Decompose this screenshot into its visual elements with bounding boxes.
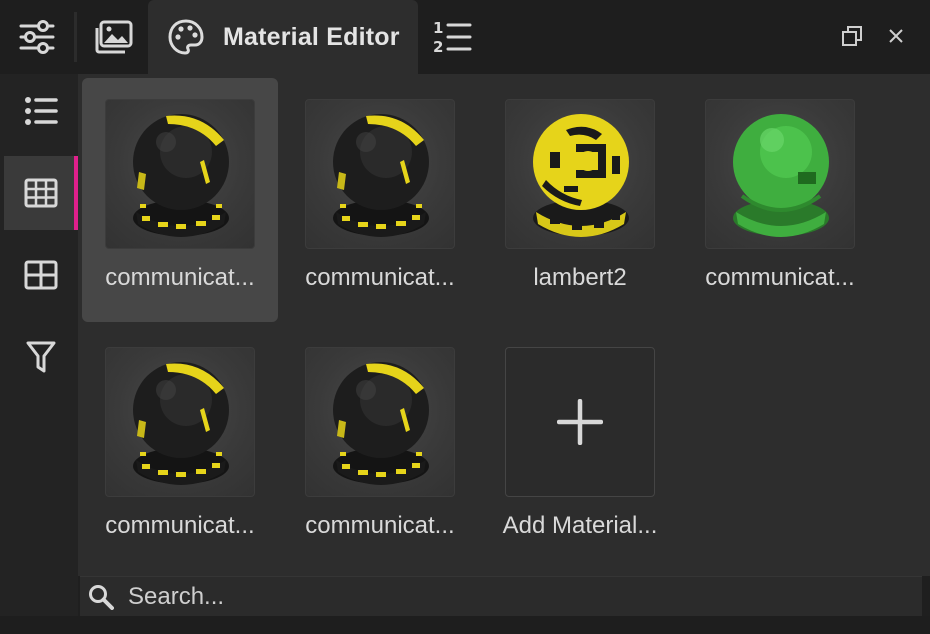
- list-view-button[interactable]: [4, 74, 78, 148]
- view-toolbar: [0, 74, 78, 634]
- add-material-button[interactable]: Add Material...: [482, 326, 678, 570]
- restore-icon: [842, 26, 862, 46]
- material-grid: communicat... communicat... lambert2 com…: [78, 74, 930, 576]
- add-material-label: Add Material...: [502, 512, 658, 539]
- search-bar: [80, 576, 922, 616]
- material-preview: [105, 99, 255, 249]
- restore-button[interactable]: [836, 20, 868, 52]
- material-preview: [505, 99, 655, 249]
- material-tile[interactable]: communicat...: [682, 78, 878, 322]
- search-input[interactable]: [128, 579, 888, 614]
- material-tile[interactable]: communicat...: [82, 326, 278, 570]
- material-label: lambert2: [533, 264, 627, 291]
- filter-button[interactable]: [4, 320, 78, 394]
- add-material-preview: [505, 347, 655, 497]
- material-preview: [305, 99, 455, 249]
- material-label: communicat...: [305, 264, 455, 291]
- material-label: communicat...: [105, 264, 255, 291]
- material-label: communicat...: [305, 512, 455, 539]
- search-icon: [86, 582, 116, 612]
- grid-view-button[interactable]: [4, 156, 78, 230]
- svg-text:2: 2: [433, 38, 443, 55]
- tab-gallery[interactable]: [80, 0, 148, 74]
- tab-material-editor[interactable]: Material Editor: [148, 0, 418, 74]
- tab-settings[interactable]: [0, 0, 74, 74]
- palette-icon: [166, 17, 206, 57]
- material-tile[interactable]: communicat...: [282, 78, 478, 322]
- material-label: communicat...: [105, 512, 255, 539]
- grid-view-icon: [24, 178, 58, 208]
- tab-bar: Material Editor 1 2: [0, 0, 930, 74]
- close-button[interactable]: [880, 20, 912, 52]
- tile-view-button[interactable]: [4, 238, 78, 312]
- material-preview: [105, 347, 255, 497]
- panel-footer: [0, 616, 930, 634]
- sliders-icon: [19, 20, 55, 54]
- material-tile[interactable]: lambert2: [482, 78, 678, 322]
- svg-text:1: 1: [433, 19, 443, 37]
- tab-divider: [74, 12, 77, 62]
- tab-numbered-list[interactable]: 1 2: [418, 0, 488, 74]
- plus-icon: [557, 399, 603, 445]
- material-preview: [305, 347, 455, 497]
- material-tile[interactable]: communicat...: [82, 78, 278, 322]
- material-label: communicat...: [705, 264, 855, 291]
- close-icon: [889, 29, 903, 43]
- list-view-icon: [25, 97, 58, 125]
- filter-icon: [26, 341, 56, 373]
- material-preview: [705, 99, 855, 249]
- numbered-list-icon: 1 2: [433, 19, 472, 55]
- material-tile[interactable]: communicat...: [282, 326, 478, 570]
- tab-label: Material Editor: [223, 22, 400, 51]
- image-icon: [95, 20, 133, 54]
- tile-view-icon: [24, 260, 58, 290]
